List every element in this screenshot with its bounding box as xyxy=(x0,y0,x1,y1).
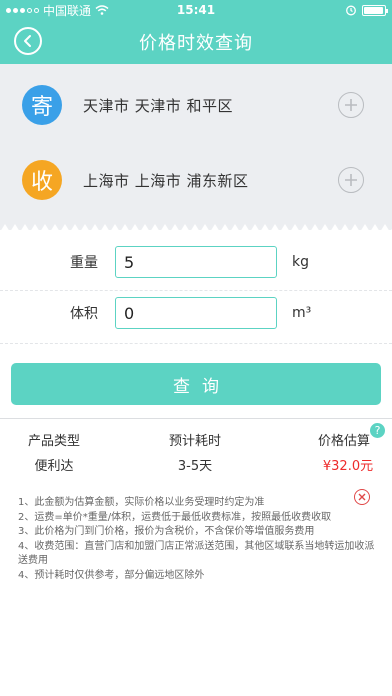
back-button[interactable] xyxy=(14,27,42,55)
volume-row: 体积 m³ xyxy=(0,284,392,342)
volume-input[interactable] xyxy=(115,297,277,329)
header-product: 产品类型 xyxy=(27,434,80,449)
page-title: 价格时效查询 xyxy=(139,33,253,54)
status-left: 中国联通 xyxy=(6,2,109,19)
sender-add-button[interactable] xyxy=(338,92,364,118)
sender-badge: 寄 xyxy=(22,85,62,125)
weight-row: 重量 kg xyxy=(0,233,392,291)
weight-label: 重量 xyxy=(70,255,98,271)
battery-icon xyxy=(362,4,388,16)
status-right xyxy=(345,4,388,16)
note-line: 2、运费=单价*重量/体积，运费低于最低收费标准，按照最低收费收取 xyxy=(18,511,332,523)
sender-row[interactable]: 寄 天津市 天津市 和平区 xyxy=(0,70,392,140)
receiver-badge: 收 xyxy=(22,160,62,200)
estimated-time: 3-5天 xyxy=(177,459,213,474)
note-line: 3、此价格为门到门价格，报价为含税价，不含保价等增值服务费用 xyxy=(18,526,315,537)
header-price: 价格估算 xyxy=(317,434,370,449)
status-bar: 中国联通 15:41 xyxy=(0,0,392,20)
divider xyxy=(0,343,392,344)
sender-address: 天津市 天津市 和平区 xyxy=(83,96,234,115)
note-line: 4、预计耗时仅供参考，部分偏远地区除外 xyxy=(18,569,205,581)
receiver-row[interactable]: 收 上海市 上海市 浦东新区 xyxy=(0,145,392,215)
volume-label: 体积 xyxy=(70,306,98,322)
header-time: 预计耗时 xyxy=(168,434,221,449)
query-button[interactable]: 查询 xyxy=(11,363,381,405)
battery-level xyxy=(364,6,383,14)
ticket-edge xyxy=(0,224,392,232)
product-type: 便利达 xyxy=(34,459,74,474)
address-section: 寄 天津市 天津市 和平区 收 上海市 上海市 浦东新区 xyxy=(0,64,392,230)
nav-bar: 价格时效查询 xyxy=(0,20,392,64)
wifi-icon xyxy=(95,5,109,15)
plus-icon xyxy=(345,174,357,186)
receiver-address: 上海市 上海市 浦东新区 xyxy=(83,171,249,190)
divider xyxy=(0,418,392,419)
help-icon[interactable]: ? xyxy=(370,423,385,438)
note-line: 4、收费范围：直营门店和加盟门店正常派送范围，其他区域联系当地转运加收派送费用 xyxy=(18,540,375,567)
chevron-left-icon xyxy=(24,35,31,47)
signal-icon xyxy=(6,7,39,13)
receiver-add-button[interactable] xyxy=(338,167,364,193)
weight-input[interactable] xyxy=(115,246,277,278)
volume-unit: m³ xyxy=(292,305,312,321)
carrier-label: 中国联通 xyxy=(43,3,92,18)
weight-unit: kg xyxy=(292,254,309,270)
plus-icon xyxy=(345,99,357,111)
alarm-icon xyxy=(346,5,356,16)
estimated-price: ¥32.0元 xyxy=(322,459,374,474)
note-line: 1、此金额为估算金额，实际价格以业务受理时约定为准 xyxy=(18,497,265,508)
notes: 1、此金额为估算金额，实际价格以业务受理时约定为准 2、运费=单价*重量/体积，… xyxy=(18,496,378,583)
